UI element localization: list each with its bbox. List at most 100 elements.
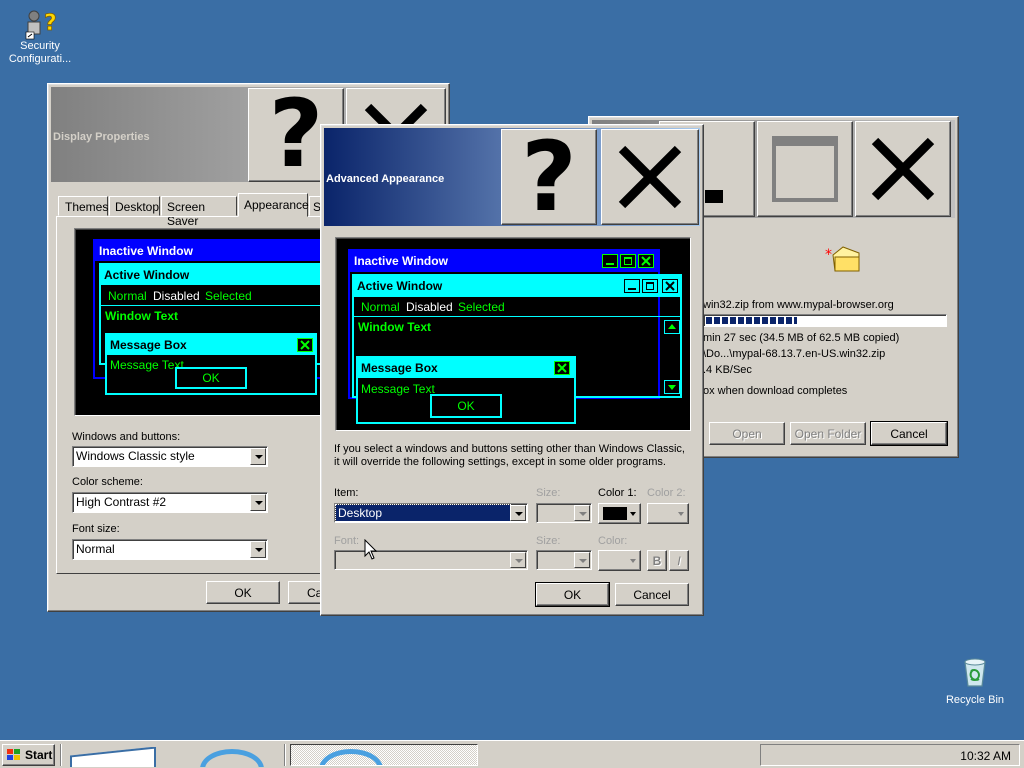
color1-label: Color 1: bbox=[598, 487, 637, 499]
chevron-down-icon[interactable] bbox=[250, 541, 266, 558]
maximize-icon bbox=[772, 136, 838, 202]
spinner-icon[interactable] bbox=[574, 505, 590, 521]
color2-picker[interactable] bbox=[647, 503, 689, 524]
color1-swatch bbox=[603, 507, 627, 520]
advanced-title: Advanced Appearance bbox=[326, 173, 445, 185]
download-cancel-button[interactable]: Cancel bbox=[870, 421, 948, 446]
italic-label: I bbox=[677, 553, 681, 568]
color-scheme-select[interactable]: High Contrast #2 bbox=[72, 492, 268, 513]
font-color-label: Color: bbox=[598, 535, 628, 547]
adv-cancel-button[interactable]: Cancel bbox=[615, 583, 689, 606]
tab-screen-saver[interactable]: Screen Saver bbox=[161, 196, 237, 228]
adv-help-button[interactable]: ? bbox=[501, 129, 597, 225]
adv-menu-selected: Selected bbox=[458, 300, 505, 314]
tab-appearance[interactable]: Appearance bbox=[238, 193, 309, 217]
adv-info-line-2: it will override the following settings,… bbox=[334, 456, 666, 468]
item-size-label: Size: bbox=[536, 487, 561, 499]
item-size-spinner[interactable] bbox=[536, 503, 592, 523]
clock[interactable]: 10:32 AM bbox=[960, 749, 1011, 763]
maximize-icon bbox=[642, 279, 658, 293]
bold-label: B bbox=[652, 553, 662, 568]
download-time-text: min 27 sec (34.5 MB of 62.5 MB copied) bbox=[703, 332, 900, 344]
windows-buttons-select[interactable]: Windows Classic style bbox=[72, 446, 268, 467]
open-folder-button[interactable]: Open Folder bbox=[790, 422, 866, 445]
download-from-text: win32.zip from www.mypal-browser.org bbox=[703, 299, 894, 311]
font-size-value: Normal bbox=[76, 542, 115, 556]
italic-button[interactable]: I bbox=[669, 550, 689, 571]
tab-desktop[interactable]: Desktop bbox=[109, 196, 160, 216]
recycle-bin-icon bbox=[964, 658, 986, 687]
dp-active-title: Active Window bbox=[104, 268, 190, 282]
download-folder-icon: * bbox=[825, 246, 860, 272]
security-config-label-2: Configurati... bbox=[8, 53, 72, 65]
svg-text:*: * bbox=[825, 247, 832, 263]
scroll-down-icon bbox=[664, 380, 680, 394]
display-properties-title: Display Properties bbox=[53, 131, 150, 143]
adv-active-title: Active Window bbox=[357, 279, 443, 293]
close-icon bbox=[662, 279, 678, 293]
desktop-icon-recycle-bin[interactable]: Recycle Bin bbox=[944, 656, 1006, 712]
adv-preview-ok: OK bbox=[430, 394, 502, 418]
close-when-complete-text: ox when download completes bbox=[703, 385, 848, 397]
chevron-down-icon[interactable] bbox=[510, 505, 526, 521]
dp-msgbox-close-icon bbox=[297, 338, 313, 352]
color-scheme-label: Color scheme: bbox=[72, 476, 143, 488]
windows-buttons-label: Windows and buttons: bbox=[72, 431, 181, 443]
chevron-down-icon[interactable] bbox=[574, 552, 590, 568]
font-size-label-adv: Size: bbox=[536, 535, 561, 547]
adv-close-button[interactable] bbox=[601, 129, 699, 225]
start-label: Start bbox=[25, 748, 53, 762]
adv-message-box: Message Box Message Text OK bbox=[356, 356, 576, 424]
recycle-bin-label: Recycle Bin bbox=[945, 694, 1005, 706]
font-size-select[interactable]: Normal bbox=[72, 539, 268, 560]
quick-launch-desktop-icon[interactable] bbox=[70, 747, 156, 767]
mouse-cursor-icon bbox=[364, 539, 378, 560]
taskbar-separator-2 bbox=[284, 744, 286, 766]
item-select[interactable]: Desktop bbox=[334, 503, 528, 523]
bold-button[interactable]: B bbox=[647, 550, 667, 571]
tab-themes[interactable]: Themes bbox=[58, 196, 108, 216]
maximize-button[interactable] bbox=[757, 121, 853, 217]
scroll-up-icon bbox=[664, 320, 680, 334]
windows-buttons-value: Windows Classic style bbox=[76, 449, 195, 463]
start-button[interactable]: Start bbox=[2, 744, 55, 766]
dp-msgbox-text: Message Text bbox=[110, 358, 184, 372]
chevron-down-icon[interactable] bbox=[250, 448, 266, 465]
font-size-select-adv[interactable] bbox=[536, 550, 592, 570]
chevron-down-icon[interactable] bbox=[250, 494, 266, 511]
dp-menu-disabled: Disabled bbox=[153, 289, 200, 303]
dp-ok-button[interactable]: OK bbox=[206, 581, 280, 604]
color1-picker[interactable] bbox=[598, 503, 641, 524]
close-icon bbox=[871, 137, 935, 201]
adv-msgbox-text: Message Text bbox=[361, 382, 435, 396]
adv-preview: Inactive Window Active Window Normal Dis… bbox=[335, 237, 691, 431]
minimize-icon bbox=[602, 254, 618, 268]
open-button-label: Open bbox=[732, 426, 762, 441]
dp-msgbox-title: Message Box bbox=[110, 338, 187, 352]
quick-launch-ie-icon[interactable] bbox=[190, 747, 270, 767]
close-icon bbox=[638, 254, 654, 268]
color-scheme-value: High Contrast #2 bbox=[76, 495, 167, 509]
adv-window-text: Window Text bbox=[358, 320, 431, 334]
font-color-picker[interactable] bbox=[598, 550, 641, 571]
adv-msgbox-title: Message Box bbox=[361, 361, 438, 375]
dp-menu-normal: Normal bbox=[108, 289, 147, 303]
help-icon: ? bbox=[268, 80, 324, 189]
dp-message-box: Message Box Message Text OK bbox=[105, 333, 317, 395]
adv-info-line-1: If you select a windows and buttons sett… bbox=[334, 443, 685, 455]
adv-msgbox-close-icon bbox=[554, 361, 570, 375]
taskbar-task-button[interactable] bbox=[290, 744, 478, 766]
minimize-icon bbox=[705, 190, 723, 203]
desktop-icon-security-config[interactable]: ? Security Configurati... bbox=[9, 4, 72, 66]
security-config-label-1: Security bbox=[20, 40, 60, 52]
close-button[interactable] bbox=[855, 121, 951, 217]
dp-menu-selected: Selected bbox=[205, 289, 252, 303]
help-icon: ? bbox=[521, 121, 577, 233]
adv-inactive-title: Inactive Window bbox=[354, 254, 448, 268]
chevron-down-icon[interactable] bbox=[510, 552, 526, 568]
adv-menu-disabled: Disabled bbox=[406, 300, 453, 314]
item-label: Item: bbox=[334, 487, 359, 499]
adv-ok-button[interactable]: OK bbox=[535, 582, 610, 607]
open-button[interactable]: Open bbox=[709, 422, 785, 445]
download-progress bbox=[703, 314, 947, 327]
